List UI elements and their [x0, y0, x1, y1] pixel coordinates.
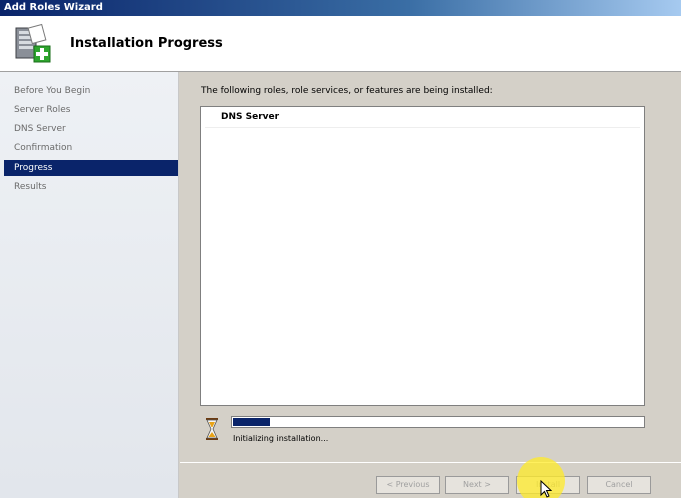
nav-item-results[interactable]: Results	[4, 179, 178, 195]
progress-fill	[233, 418, 270, 426]
server-add-icon	[15, 23, 51, 63]
list-divider	[205, 127, 640, 128]
window-title: Add Roles Wizard	[0, 0, 681, 16]
progress-status-text: Initializing installation...	[233, 434, 329, 443]
mouse-pointer-icon	[540, 480, 552, 498]
installation-progress-bar	[231, 416, 645, 428]
wizard-steps-pane: Before You Begin Server Roles DNS Server…	[0, 72, 179, 498]
content-pane: The following roles, role services, or f…	[180, 72, 681, 462]
hourglass-icon	[206, 418, 218, 440]
nav-item-progress[interactable]: Progress	[4, 160, 178, 176]
intro-text: The following roles, role services, or f…	[201, 86, 493, 96]
nav-item-dns-server[interactable]: DNS Server	[4, 121, 178, 137]
nav-item-server-roles[interactable]: Server Roles	[4, 102, 178, 118]
add-roles-wizard-window: Add Roles Wizard Installation Progress B…	[0, 0, 681, 498]
installing-items-list[interactable]: DNS Server	[200, 106, 645, 406]
wizard-header: Installation Progress	[0, 16, 681, 72]
nav-item-confirmation[interactable]: Confirmation	[4, 140, 178, 156]
next-button[interactable]: Next >	[445, 476, 509, 494]
cancel-button[interactable]: Cancel	[587, 476, 651, 494]
previous-button[interactable]: < Previous	[376, 476, 440, 494]
page-title: Installation Progress	[70, 36, 223, 51]
nav-item-before-you-begin[interactable]: Before You Begin	[4, 83, 178, 99]
list-item: DNS Server	[221, 112, 280, 122]
